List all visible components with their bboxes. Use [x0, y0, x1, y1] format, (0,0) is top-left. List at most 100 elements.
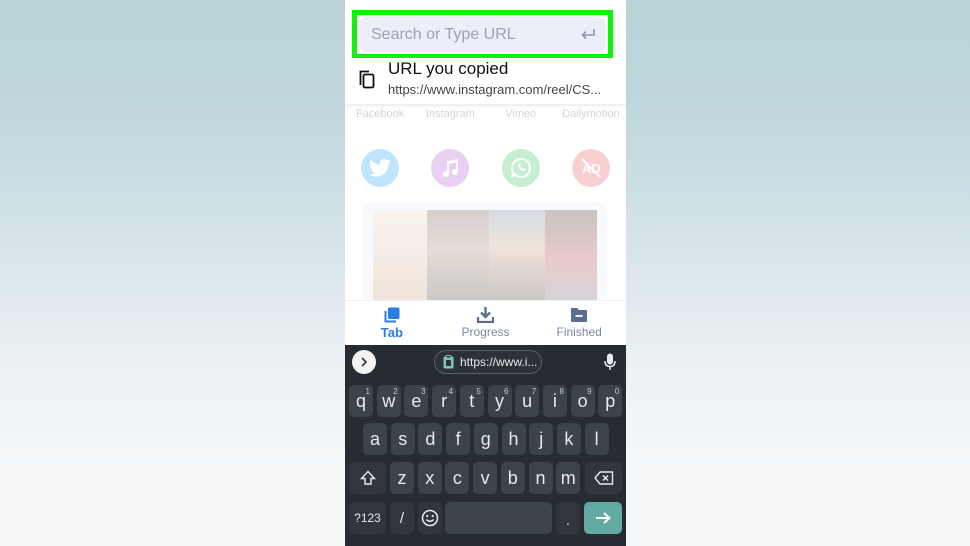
emoji-key[interactable] [418, 502, 442, 534]
key-d[interactable]: d [418, 423, 443, 455]
key-f[interactable]: f [446, 423, 471, 455]
keyboard-row-3: zxcvbnm [345, 462, 626, 494]
key-number-hint: 9 [587, 387, 592, 396]
tab-label: Finished [556, 325, 602, 339]
key-w[interactable]: w2 [376, 385, 401, 417]
tab-label: Progress [461, 325, 510, 339]
key-label: i [552, 390, 557, 411]
key-label: q [355, 390, 366, 411]
platform-label-facebook[interactable]: Facebook [345, 107, 415, 122]
on-screen-keyboard: https://www.i... q1w2e3r4t5y6u7i8o9p0 as… [345, 345, 626, 546]
key-l[interactable]: l [584, 423, 609, 455]
key-g[interactable]: g [473, 423, 498, 455]
slash-key[interactable]: / [390, 502, 414, 534]
bottom-tab-bar: Tab Progress Finished [345, 300, 626, 345]
backspace-icon [593, 471, 613, 485]
enter-key[interactable] [584, 502, 622, 534]
tab-finished[interactable]: Finished [532, 301, 626, 345]
symbols-key[interactable]: ?123 [349, 502, 386, 534]
clipboard-chip[interactable]: https://www.i... [434, 350, 542, 374]
key-a[interactable]: a [363, 423, 387, 455]
whatsapp-icon[interactable] [501, 149, 540, 187]
key-k[interactable]: k [556, 423, 581, 455]
key-number-hint: 8 [559, 387, 564, 396]
shift-key[interactable] [349, 462, 386, 494]
download-icon [477, 307, 494, 323]
period-key[interactable]: . [556, 502, 580, 534]
key-label: o [577, 390, 588, 411]
key-q[interactable]: q1 [349, 385, 373, 417]
ad-block-icon[interactable]: AD [571, 149, 610, 187]
emoji-icon [421, 509, 439, 527]
key-z[interactable]: z [390, 462, 414, 494]
suggestion-title: URL you copied [388, 59, 509, 78]
search-bar[interactable] [359, 17, 606, 52]
search-input[interactable] [371, 17, 571, 52]
key-r[interactable]: r4 [432, 385, 457, 417]
key-m[interactable]: m [556, 462, 581, 494]
key-s[interactable]: s [390, 423, 415, 455]
expand-toolbar-button[interactable] [352, 350, 376, 374]
keyboard-toolbar: https://www.i... [345, 345, 626, 379]
thumbnail-image[interactable] [545, 210, 597, 306]
key-p[interactable]: p0 [598, 385, 623, 417]
key-e[interactable]: e3 [404, 385, 429, 417]
key-label: u [522, 390, 533, 411]
return-arrow-icon[interactable] [580, 27, 596, 46]
key-number-hint: 0 [614, 387, 620, 396]
featured-thumbnails-card[interactable] [363, 202, 607, 312]
key-label: p [605, 390, 616, 411]
key-n[interactable]: n [528, 462, 553, 494]
platform-label-vimeo[interactable]: Vimeo [486, 107, 556, 122]
key-v[interactable]: v [473, 462, 498, 494]
twitter-icon[interactable] [361, 149, 400, 187]
key-y[interactable]: y6 [487, 385, 512, 417]
key-t[interactable]: t5 [459, 385, 484, 417]
key-number-hint: 7 [531, 387, 537, 396]
key-label: e [411, 390, 422, 411]
key-j[interactable]: j [529, 423, 554, 455]
copy-icon [359, 70, 375, 93]
backspace-key[interactable] [585, 462, 622, 494]
folder-icon [571, 308, 588, 322]
key-h[interactable]: h [501, 423, 526, 455]
keyboard-row-4: ?123 / . [345, 502, 626, 534]
thumbnail-image[interactable] [373, 210, 427, 306]
tab-tab[interactable]: Tab [345, 301, 439, 345]
platform-icons: AD [345, 149, 626, 187]
platform-label-dailymotion[interactable]: Dailymotion [556, 107, 626, 122]
key-u[interactable]: u7 [515, 385, 540, 417]
key-number-hint: 6 [504, 387, 509, 396]
music-icon[interactable] [431, 149, 470, 187]
space-bar[interactable] [445, 502, 552, 534]
key-number-hint: 5 [476, 387, 481, 396]
key-label: r [441, 390, 448, 411]
phone-screen: Facebook Instagram Vimeo Dailymotion AD [345, 0, 626, 546]
copied-url-suggestion[interactable]: URL you copied https://www.instagram.com… [345, 58, 626, 104]
key-number-hint: 4 [448, 387, 454, 396]
key-label: t [469, 390, 475, 411]
thumbnail-image[interactable] [489, 210, 545, 306]
microphone-icon[interactable] [604, 353, 616, 375]
key-o[interactable]: o9 [570, 385, 595, 417]
arrow-right-icon [596, 512, 611, 524]
key-label: y [495, 390, 504, 411]
search-highlight-box [352, 10, 613, 59]
key-i[interactable]: i8 [542, 385, 567, 417]
key-b[interactable]: b [500, 462, 525, 494]
platform-label-instagram[interactable]: Instagram [415, 107, 485, 122]
tab-progress[interactable]: Progress [439, 301, 533, 345]
key-number-hint: 3 [420, 387, 426, 396]
key-number-hint: 1 [365, 387, 370, 396]
keyboard-row-2: asdfghjkl [345, 423, 626, 455]
clipboard-chip-text: https://www.i... [460, 355, 538, 369]
key-c[interactable]: c [445, 462, 470, 494]
clipboard-icon [443, 355, 454, 369]
key-x[interactable]: x [417, 462, 442, 494]
thumbnail-strip [373, 210, 597, 306]
tabs-icon [384, 307, 400, 323]
platform-labels: Facebook Instagram Vimeo Dailymotion [345, 107, 626, 122]
thumbnail-image[interactable] [427, 210, 489, 306]
keyboard-row-1: q1w2e3r4t5y6u7i8o9p0 [345, 385, 626, 417]
key-number-hint: 2 [393, 387, 398, 396]
